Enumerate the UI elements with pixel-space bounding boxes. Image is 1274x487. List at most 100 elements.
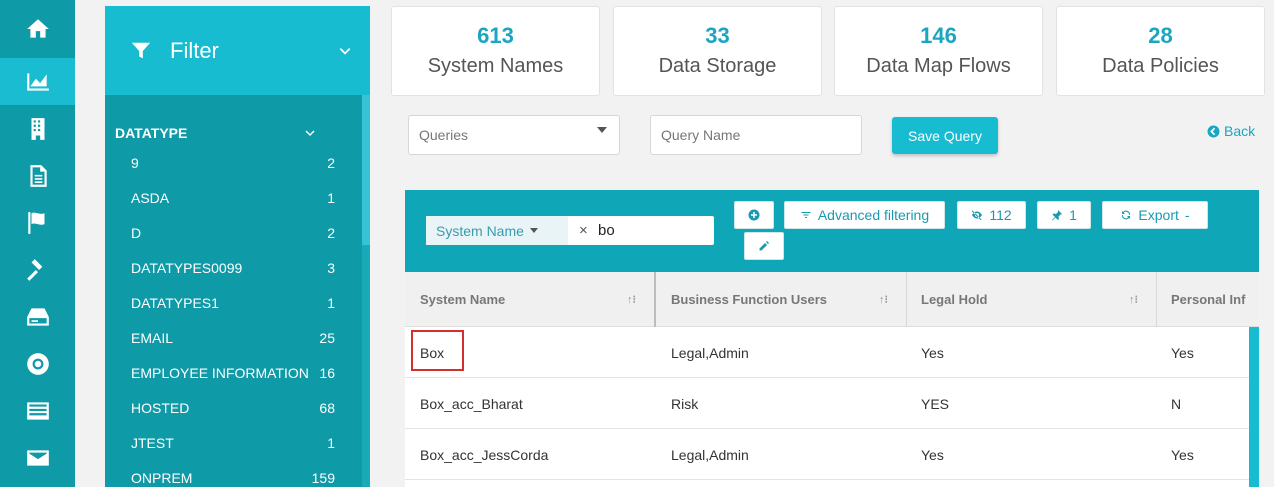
column-header-personal-info[interactable]: Personal Inf: [1156, 272, 1259, 327]
caret-down-icon: [529, 228, 538, 233]
drive-icon: [26, 307, 49, 326]
cell-system-name[interactable]: Box_acc_Bharat: [405, 378, 523, 429]
back-label: Back: [1224, 123, 1256, 139]
advanced-filtering-button[interactable]: Advanced filtering: [784, 201, 945, 229]
search-field-select[interactable]: System Name: [426, 216, 568, 245]
cell-legal-hold: YES: [921, 395, 950, 412]
cell-legal-hold: Yes: [921, 344, 944, 361]
hidden-columns-button[interactable]: 112: [957, 201, 1026, 229]
datatype-item[interactable]: ASDA 1: [131, 180, 335, 215]
column-header-legal-hold[interactable]: Legal Hold ↑⁝: [906, 272, 1156, 327]
cell-legal-hold: Yes: [921, 446, 944, 463]
flag-icon: [27, 211, 44, 234]
stat-label: Data Policies: [1102, 55, 1219, 77]
chevron-down-icon[interactable]: [303, 127, 317, 139]
save-query-button[interactable]: Save Query: [892, 117, 998, 154]
nav-mail[interactable]: [0, 434, 75, 481]
table-row[interactable]: Box_acc_Bharat Risk YES N: [405, 378, 1259, 429]
gavel-icon: [26, 258, 42, 281]
stat-card-data-storage[interactable]: 33 Data Storage: [613, 6, 822, 96]
datatype-section-title[interactable]: DATATYPE: [115, 125, 187, 141]
datatype-item[interactable]: HOSTED 68: [131, 390, 335, 425]
filter-scrollbar[interactable]: [362, 95, 370, 487]
nav-support[interactable]: [0, 340, 75, 387]
cell-personal-info: Yes: [1171, 446, 1194, 463]
pin-icon: [1052, 210, 1063, 221]
nav-legal[interactable]: [0, 246, 75, 293]
data-grid: System Name × bo Advanced filtering 112 …: [405, 190, 1259, 487]
left-nav: [0, 0, 75, 487]
datatype-item[interactable]: ONPREM 159: [131, 460, 335, 487]
chevron-down-icon[interactable]: [338, 44, 352, 58]
stat-card-data-policies[interactable]: 28 Data Policies: [1056, 6, 1265, 96]
eye-slash-icon: [972, 210, 983, 221]
datatype-item[interactable]: D2: [131, 215, 335, 250]
grid-toolbar: System Name × bo Advanced filtering 112 …: [405, 190, 1259, 272]
chart-icon: [26, 72, 49, 91]
clear-search-icon[interactable]: ×: [579, 222, 588, 239]
mail-icon: [26, 449, 49, 466]
stat-card-system-names[interactable]: 613 System Names: [391, 6, 600, 96]
stat-label: Data Storage: [658, 55, 777, 77]
nav-flags[interactable]: [0, 199, 75, 246]
nav-buildings[interactable]: [0, 105, 75, 152]
cell-personal-info: Yes: [1171, 344, 1194, 361]
filter-header[interactable]: Filter: [105, 6, 370, 95]
lifebuoy-icon: [26, 352, 49, 375]
list-icon: [26, 401, 49, 420]
filter-title: Filter: [170, 37, 219, 63]
sort-icon[interactable]: ↑⁝: [1129, 293, 1138, 306]
scrollbar-thumb[interactable]: [362, 95, 370, 245]
cell-business-function-users: Risk: [671, 395, 699, 412]
cell-system-name[interactable]: Box_acc_JessCorda: [405, 429, 548, 480]
filter-lines-icon: [801, 212, 811, 218]
column-header-business-function-users[interactable]: Business Function Users ↑⁝: [656, 272, 906, 327]
search-value[interactable]: bo: [598, 222, 615, 239]
datatype-item[interactable]: DATATYPES0099 3: [131, 250, 335, 285]
edit-button[interactable]: [744, 232, 784, 260]
stat-card-data-map-flows[interactable]: 146 Data Map Flows: [834, 6, 1043, 96]
grid-search[interactable]: System Name × bo: [426, 216, 714, 245]
datatype-item[interactable]: 92: [131, 145, 335, 180]
back-link[interactable]: Back: [1207, 123, 1255, 139]
filter-panel: DATATYPE 92 ASDA 1 D2 DATATYPES0099 3 DATA…: [105, 95, 370, 487]
nav-documents[interactable]: [0, 152, 75, 199]
datatype-item[interactable]: DATATYPES1 1: [131, 285, 335, 320]
nav-home[interactable]: [0, 0, 75, 58]
stat-value: 146: [920, 23, 957, 48]
add-row-button[interactable]: [734, 201, 774, 229]
queries-placeholder: Queries: [419, 127, 469, 143]
highlight-box: [411, 330, 464, 371]
caret-down-icon: [597, 127, 607, 133]
stat-value: 613: [477, 23, 514, 48]
stat-value: 33: [705, 23, 730, 48]
queries-select[interactable]: Queries: [408, 115, 620, 155]
datatype-item[interactable]: EMPLOYEE INFORMATION 16: [131, 355, 335, 390]
stat-value: 28: [1148, 23, 1173, 48]
stat-label: System Names: [427, 55, 564, 77]
stat-label: Data Map Flows: [866, 55, 1011, 77]
nav-analytics[interactable]: [0, 58, 75, 105]
cell-business-function-users: Legal,Admin: [671, 344, 749, 361]
export-button[interactable]: Export -: [1102, 201, 1208, 229]
datatype-item[interactable]: EMAIL 25: [131, 320, 335, 355]
pinned-columns-button[interactable]: 1: [1037, 201, 1091, 229]
datatype-item[interactable]: JTEST 1: [131, 425, 335, 460]
sort-icon[interactable]: ↑⁝: [879, 293, 888, 306]
column-header-system-name[interactable]: System Name ↑⁝: [405, 272, 654, 327]
query-name-input[interactable]: [650, 115, 862, 155]
table-row[interactable]: Box_acc_JessCorda Legal,Admin Yes Yes: [405, 429, 1259, 480]
nav-storage[interactable]: [0, 293, 75, 340]
cell-business-function-users: Legal,Admin: [671, 446, 749, 463]
cell-personal-info: N: [1171, 395, 1182, 412]
filter-icon: [131, 42, 151, 58]
document-icon: [29, 164, 47, 187]
sort-icon[interactable]: ↑⁝: [627, 293, 636, 306]
home-icon: [26, 19, 49, 38]
grid-scrollbar[interactable]: [1249, 327, 1259, 487]
nav-lists[interactable]: [0, 387, 75, 434]
back-arrow-icon: [1207, 125, 1220, 137]
table-row[interactable]: Box Legal,Admin Yes Yes: [405, 327, 1259, 378]
table-header: System Name ↑⁝ Business Function Users ↑…: [405, 272, 1259, 327]
refresh-icon: [1122, 210, 1131, 220]
